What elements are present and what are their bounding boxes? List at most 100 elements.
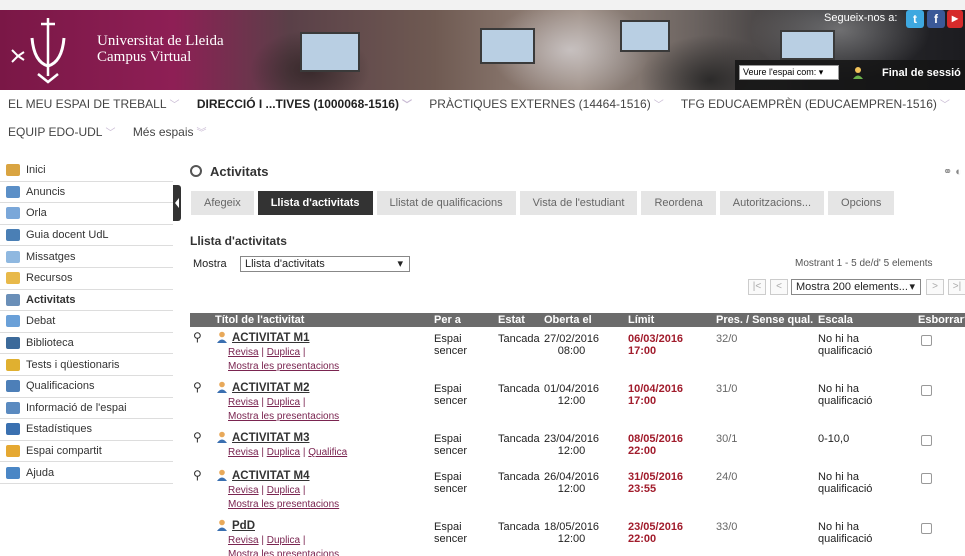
submissions-count: 32/0 bbox=[716, 333, 738, 345]
sidebar-item-anuncis[interactable]: Anuncis bbox=[0, 182, 173, 204]
sidebar-item-inici[interactable]: Inici bbox=[0, 160, 173, 182]
nav-course-practiques[interactable]: PRÀCTIQUES EXTERNES (14464-1516) ﹀ bbox=[429, 97, 663, 111]
activity-title[interactable]: ACTIVITAT M4 bbox=[216, 469, 310, 482]
activity-title-link[interactable]: ACTIVITAT M4 bbox=[232, 470, 310, 482]
tab-vista-de-l-estudiant[interactable]: Vista de l'estudiant bbox=[519, 191, 638, 215]
activity-title-link[interactable]: ACTIVITAT M2 bbox=[232, 382, 310, 394]
sidebar-item-espai-compartit[interactable]: Espai compartit bbox=[0, 441, 173, 463]
grading-scale-line: 0-10,0 bbox=[818, 433, 850, 445]
grading-scale-line: No hi ha bbox=[818, 521, 859, 533]
sidebar-item-informacio-de-l-espai[interactable]: Informació de l'espai bbox=[0, 398, 173, 420]
delete-checkbox[interactable] bbox=[921, 473, 932, 484]
revisa-link[interactable]: Revisa bbox=[228, 347, 259, 358]
deadline: 08/05/2016 22:00 bbox=[628, 433, 683, 457]
activity-title[interactable]: ACTIVITAT M2 bbox=[216, 381, 310, 394]
sidebar-item-activitats[interactable]: Activitats bbox=[0, 290, 173, 312]
activity-actions-line: Mostra les presentacions bbox=[228, 548, 339, 556]
youtube-icon[interactable]: ▶ bbox=[947, 10, 963, 28]
tab-afegeix[interactable]: Afegeix bbox=[191, 191, 254, 215]
revisa-link[interactable]: Revisa bbox=[228, 397, 259, 408]
tab-autoritzacions[interactable]: Autoritzacions... bbox=[719, 191, 825, 215]
qualifica-link[interactable]: Qualifica bbox=[308, 447, 347, 458]
revisa-link[interactable]: Revisa bbox=[228, 485, 259, 496]
separator: | bbox=[300, 397, 306, 408]
sidebar-item-label: Inici bbox=[26, 164, 46, 177]
duplica-link[interactable]: Duplica bbox=[267, 397, 300, 408]
delete-checkbox[interactable] bbox=[921, 385, 932, 396]
udl-logo-icon[interactable] bbox=[8, 16, 88, 86]
show-select[interactable]: Llista d'activitats ▾ bbox=[240, 256, 410, 272]
facebook-icon[interactable]: f bbox=[927, 10, 945, 28]
open-date-day: 01/04/2016 bbox=[544, 383, 600, 395]
tab-llista-d-activitats[interactable]: Llista d'activitats bbox=[257, 191, 373, 215]
delete-checkbox[interactable] bbox=[921, 523, 932, 534]
page-size-select[interactable]: Mostra 200 elements... ▾ bbox=[791, 279, 921, 295]
revisa-link[interactable]: Revisa bbox=[228, 535, 259, 546]
missatges-icon bbox=[6, 250, 20, 263]
activity-title-link[interactable]: ACTIVITAT M1 bbox=[232, 332, 310, 344]
activity-title[interactable]: PdD bbox=[216, 519, 255, 532]
sidebar-item-estadistiques[interactable]: Estadístiques bbox=[0, 419, 173, 441]
tab-reordena[interactable]: Reordena bbox=[641, 191, 716, 215]
sidebar-item-ajuda[interactable]: Ajuda bbox=[0, 462, 173, 484]
duplica-link[interactable]: Duplica bbox=[267, 347, 300, 358]
chevron-down-icon: ﹀ bbox=[653, 100, 664, 111]
page-title: Activitats bbox=[190, 160, 965, 182]
col-limit[interactable]: Límit bbox=[628, 314, 654, 326]
logout-link[interactable]: Final de sessió bbox=[882, 67, 961, 79]
sidebar-item-orla[interactable]: Orla bbox=[0, 203, 173, 225]
mostra-les-presentacions-link[interactable]: Mostra les presentacions bbox=[228, 411, 339, 422]
page-title-text: Activitats bbox=[210, 163, 269, 179]
sidebar-item-guia-docent-udl[interactable]: Guia docent UdL bbox=[0, 225, 173, 247]
sidebar-item-tests-i-questionaris[interactable]: Tests i qüestionaris bbox=[0, 354, 173, 376]
col-estat[interactable]: Estat bbox=[498, 314, 525, 326]
sidebar-item-missatges[interactable]: Missatges bbox=[0, 246, 173, 268]
col-esborrar[interactable]: Esborrar? bbox=[918, 314, 965, 326]
mostra-les-presentacions-link[interactable]: Mostra les presentacions bbox=[228, 361, 339, 372]
sidebar-collapse-handle[interactable] bbox=[173, 185, 181, 221]
next-page-button[interactable]: > bbox=[926, 279, 944, 295]
col-title[interactable]: Títol de l'activitat bbox=[215, 314, 304, 326]
duplica-link[interactable]: Duplica bbox=[267, 485, 300, 496]
activity-title-link[interactable]: PdD bbox=[232, 520, 255, 532]
col-oberta[interactable]: Oberta el bbox=[544, 314, 592, 326]
sidebar-item-recursos[interactable]: Recursos bbox=[0, 268, 173, 290]
recipient-line: Espai bbox=[434, 383, 462, 395]
view-space-as-select[interactable]: Veure l'espai com: ▾ bbox=[739, 65, 839, 80]
first-page-button[interactable]: |< bbox=[748, 279, 766, 295]
mostra-les-presentacions-link[interactable]: Mostra les presentacions bbox=[228, 499, 339, 510]
col-escala[interactable]: Escala bbox=[818, 314, 853, 326]
nav-more-spaces[interactable]: Més espais ︾ bbox=[133, 125, 207, 139]
twitter-icon[interactable]: t bbox=[906, 10, 924, 28]
recipient: Espai sencer bbox=[434, 333, 467, 357]
duplica-link[interactable]: Duplica bbox=[267, 535, 300, 546]
link-icon[interactable]: ⚭ ◐ bbox=[943, 165, 962, 178]
mostra-les-presentacions-link[interactable]: Mostra les presentacions bbox=[228, 549, 339, 556]
sidebar-item-biblioteca[interactable]: Biblioteca bbox=[0, 333, 173, 355]
activity-title-link[interactable]: ACTIVITAT M3 bbox=[232, 432, 310, 444]
nav-equip-edo[interactable]: EQUIP EDO-UDL ﹀ bbox=[8, 125, 115, 139]
separator: | bbox=[300, 485, 306, 496]
activity-actions-line: Mostra les presentacions bbox=[228, 410, 339, 424]
sidebar-item-qualificacions[interactable]: Qualificacions bbox=[0, 376, 173, 398]
delete-checkbox[interactable] bbox=[921, 435, 932, 446]
prev-page-button[interactable]: < bbox=[770, 279, 788, 295]
duplica-link[interactable]: Duplica bbox=[267, 447, 300, 458]
chevron-down-icon: ▾ bbox=[818, 67, 824, 77]
nav-course-direccio[interactable]: DIRECCIÓ I ...TIVES (1000068-1516) ﹀ bbox=[197, 97, 412, 111]
sidebar-item-debat[interactable]: Debat bbox=[0, 311, 173, 333]
nav-course-tfg[interactable]: TFG EDUCAEMPRÈN (EDUCAEMPREN-1516) ﹀ bbox=[681, 97, 950, 111]
tab-opcions[interactable]: Opcions bbox=[828, 191, 895, 215]
show-label: Mostra bbox=[193, 258, 227, 270]
last-page-button[interactable]: >| bbox=[948, 279, 965, 295]
activity-title[interactable]: ACTIVITAT M3 bbox=[216, 431, 310, 444]
activity-title[interactable]: ACTIVITAT M1 bbox=[216, 331, 310, 344]
recipient: Espai sencer bbox=[434, 471, 467, 495]
revisa-link[interactable]: Revisa bbox=[228, 447, 259, 458]
nav-my-workspace[interactable]: EL MEU ESPAI DE TREBALL ﹀ bbox=[8, 97, 180, 111]
deadline: 10/04/2016 17:00 bbox=[628, 383, 683, 407]
tab-llistat-de-qualificacions[interactable]: Llistat de qualificacions bbox=[376, 191, 516, 215]
delete-checkbox[interactable] bbox=[921, 335, 932, 346]
col-pres[interactable]: Pres. / Sense qual. bbox=[716, 314, 813, 326]
col-per-a[interactable]: Per a bbox=[434, 314, 461, 326]
